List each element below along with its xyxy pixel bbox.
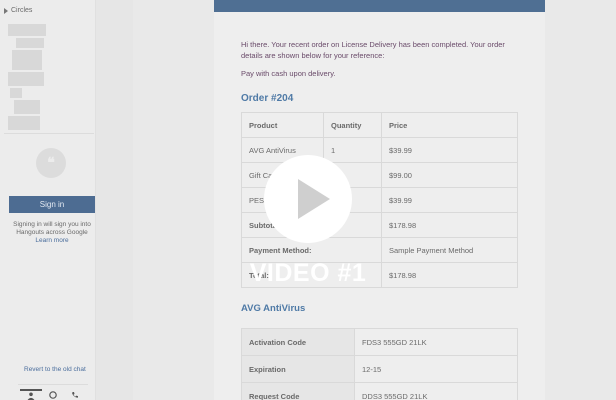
order-title: Order #204 — [241, 93, 294, 104]
table-row: Activation Code FDS3 555GD 21LK — [241, 328, 518, 356]
code-value: 12-15 — [354, 355, 518, 383]
summary-value: $178.98 — [381, 262, 518, 288]
blurred-contact — [8, 116, 40, 130]
code-label: Activation Code — [241, 328, 355, 356]
phone-icon[interactable] — [64, 389, 86, 400]
play-icon — [298, 179, 330, 219]
price-cell: $39.99 — [381, 187, 518, 213]
payment-note: Pay with cash upon delivery. — [241, 69, 336, 78]
sidebar-divider — [18, 384, 88, 385]
sign-in-button[interactable]: Sign in — [9, 196, 95, 213]
blurred-contact — [8, 24, 46, 36]
play-button[interactable] — [264, 155, 352, 243]
column-header: Product — [241, 112, 324, 138]
license-code-table: Activation Code FDS3 555GD 21LK Expirati… — [241, 328, 518, 400]
sign-in-note: Signing in will sign you into Hangouts a… — [8, 221, 96, 245]
summary-value: Sample Payment Method — [381, 237, 518, 263]
code-value: DDS3 555GD 21LK — [354, 382, 518, 400]
product-section-title: AVG AntiVirus — [241, 303, 306, 314]
column-header: Price — [381, 112, 518, 138]
table-row: AVG AntiVirus 1 $39.99 — [241, 137, 518, 163]
sign-in-note-text: Signing in will sign you into Hangouts a… — [13, 221, 91, 236]
blurred-contact — [8, 72, 44, 86]
video-label: VIDEO #1 — [249, 259, 367, 287]
blurred-contact — [12, 50, 42, 70]
quantity-cell: 1 — [323, 137, 382, 163]
hangouts-sidebar: Circles ❝ Sign in Signing in will sign y… — [0, 0, 95, 400]
code-label: Request Code — [241, 382, 355, 400]
price-cell: $99.00 — [381, 162, 518, 188]
price-cell: $39.99 — [381, 137, 518, 163]
hangouts-tabs — [20, 389, 86, 400]
expand-arrow-icon — [4, 7, 8, 14]
code-label: Expiration — [241, 355, 355, 383]
code-value: FDS3 555GD 21LK — [354, 328, 518, 356]
person-icon[interactable] — [20, 389, 42, 400]
email-header-bar — [214, 0, 545, 12]
summary-value: $178.98 — [381, 212, 518, 238]
sidebar-divider — [4, 133, 94, 134]
hangouts-logo-icon: ❝ — [36, 148, 66, 178]
table-header-row: Product Quantity Price — [241, 112, 518, 138]
blurred-contact — [16, 38, 44, 48]
circles-label: Circles — [11, 7, 33, 14]
circles-toggle[interactable]: Circles — [4, 7, 32, 14]
learn-more-link[interactable]: Learn more — [8, 237, 96, 245]
hangouts-icon[interactable] — [42, 389, 64, 400]
greeting-text: Hi there. Your recent order on License D… — [241, 40, 505, 60]
table-row: Request Code DDS3 555GD 21LK — [241, 382, 518, 400]
blurred-contact — [10, 88, 22, 98]
column-header: Quantity — [323, 112, 382, 138]
blurred-contact — [14, 100, 40, 114]
table-row: Expiration 12-15 — [241, 355, 518, 383]
revert-old-chat-link[interactable]: Revert to the old chat — [24, 366, 86, 373]
middle-column — [95, 0, 133, 400]
